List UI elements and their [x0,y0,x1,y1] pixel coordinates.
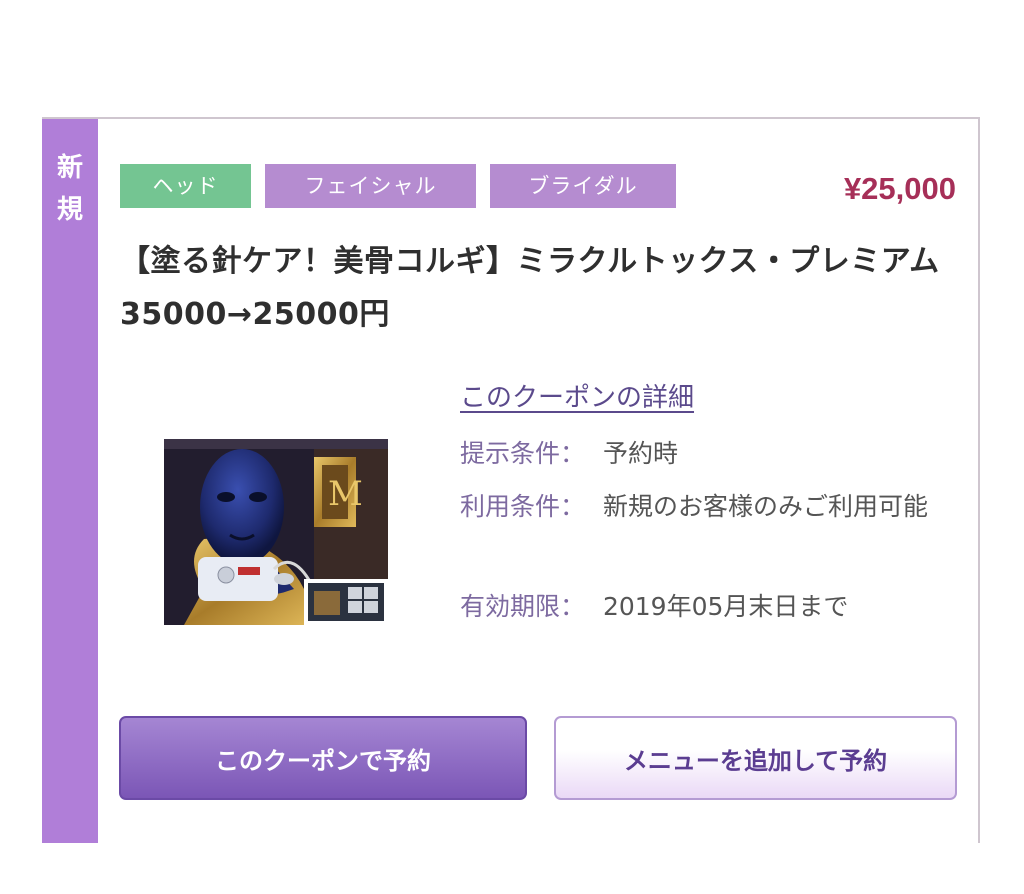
usage-condition: 利用条件： 新規のお客様のみご利用可能 [460,486,950,528]
usage-condition-value: 新規のお客様のみご利用可能 [602,492,928,521]
coupon-price: ¥25,000 [843,171,956,206]
expiration-label: 有効期限： [460,592,586,621]
coupon-photo[interactable]: M [164,439,388,625]
coupon-title: 【塗る針ケア！美骨コルギ】ミラクルトックス・プレミアム35000→25000円 [120,244,940,332]
presentation-condition-label: 提示条件： [460,439,586,468]
new-label-char-2: 規 [56,195,83,225]
category-tags: ヘッド フェイシャル ブライダル [120,164,676,208]
add-menu-and-book-button[interactable]: メニューを追加して予約 [554,716,957,800]
expiration-value: 2019年05月末日まで [602,592,849,621]
tag-bridal: ブライダル [490,164,676,208]
tag-facial: フェイシャル [265,164,476,208]
book-with-coupon-button[interactable]: このクーポンで予約 [119,716,527,800]
new-label-char-1: 新 [56,153,83,183]
usage-condition-label: 利用条件： [460,492,586,521]
new-label: 新 規 [42,119,98,843]
svg-text:M: M [328,474,363,514]
coupon-detail-link[interactable]: このクーポンの詳細 [460,377,694,414]
tag-head: ヘッド [120,164,251,208]
presentation-condition-value: 予約時 [602,439,678,468]
presentation-condition: 提示条件： 予約時 [460,433,678,475]
expiration: 有効期限： 2019年05月末日まで [460,586,848,628]
coupon-card: 新 規 ヘッド フェイシャル ブライダル ¥25,000 【塗る針ケア！美骨コル… [42,117,980,843]
